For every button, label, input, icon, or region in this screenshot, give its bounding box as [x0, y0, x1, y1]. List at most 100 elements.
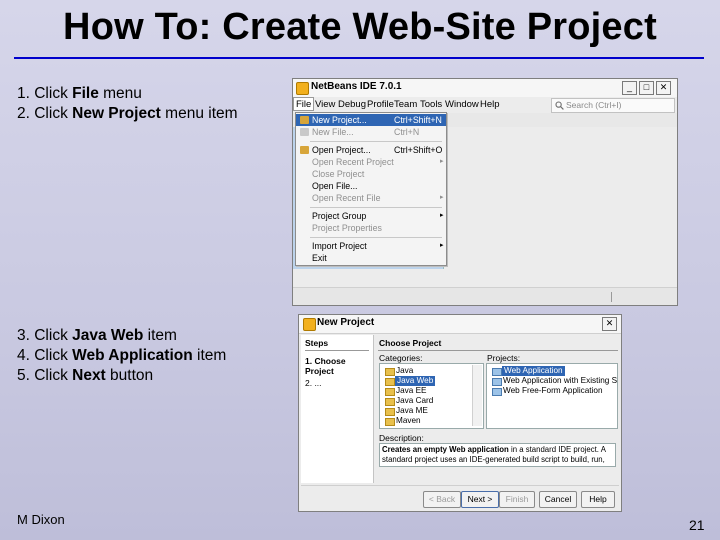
step-4: 4. Click Web Application item — [17, 347, 227, 364]
divider — [301, 485, 619, 486]
help-button[interactable]: Help — [581, 491, 615, 508]
projects-label: Projects: — [487, 353, 521, 363]
ide-title: NetBeans IDE 7.0.1 — [311, 81, 402, 92]
divider — [378, 350, 618, 351]
next-button[interactable]: Next > — [461, 491, 499, 508]
category-label: Maven — [396, 416, 421, 425]
menu-item-project-group[interactable]: Project Group ▸ — [296, 210, 446, 222]
category-label: Java Web — [395, 376, 436, 386]
menu-separator — [310, 141, 442, 142]
open-project-icon — [300, 146, 309, 154]
categories-tree[interactable]: Java Java Web Java EE Java Card Java ME … — [379, 363, 484, 429]
folder-icon — [385, 378, 395, 386]
dialog-title: New Project — [317, 317, 375, 328]
steps-heading: Steps — [305, 338, 329, 348]
description-label: Description: — [379, 433, 424, 443]
categories-label: Categories: — [379, 353, 423, 363]
menu-item-label: Close Project — [312, 169, 365, 179]
menu-debug[interactable]: Debug — [338, 99, 366, 110]
netbeans-window: NetBeans IDE 7.0.1 _ □ ✕ File View Debug… — [292, 78, 678, 306]
folder-icon — [385, 388, 395, 396]
shortcut-label: Ctrl+N — [394, 127, 420, 137]
submenu-arrow-icon: ▸ — [440, 158, 444, 165]
menu-profile[interactable]: Profile — [367, 99, 394, 110]
close-button[interactable]: ✕ — [656, 81, 671, 95]
projects-list[interactable]: Web Application Web Application with Exi… — [486, 363, 618, 429]
menu-item-label: Import Project — [312, 241, 367, 251]
maximize-button[interactable]: □ — [639, 81, 654, 95]
globe-icon — [492, 368, 502, 376]
folder-icon — [385, 418, 395, 426]
minimize-button[interactable]: _ — [622, 81, 637, 95]
project-label: Web Application — [502, 366, 565, 376]
editor-area — [444, 127, 677, 287]
step-1: 1. Click File menu — [17, 85, 142, 102]
menu-item-open-project[interactable]: Open Project... Ctrl+Shift+O — [296, 144, 446, 156]
new-file-icon — [300, 128, 309, 136]
menu-item-label: Open Project... — [312, 145, 371, 155]
finish-button[interactable]: Finish — [499, 491, 535, 508]
steps-bottom: 3. Click Java Web item 4. Click Web Appl… — [17, 326, 226, 386]
menu-window[interactable]: Window — [445, 99, 479, 110]
menu-file[interactable]: File — [293, 97, 315, 111]
steps-pane: Steps 1. Choose Project 2. ... — [301, 335, 374, 483]
step-choose-project: 1. Choose Project — [305, 356, 346, 376]
choose-project-heading: Choose Project — [379, 338, 442, 348]
menu-item-label: Open Recent Project — [312, 157, 394, 167]
netbeans-icon — [303, 318, 316, 331]
menu-item-new-project[interactable]: New Project... Ctrl+Shift+N — [296, 114, 446, 126]
menu-item-new-file[interactable]: New File... Ctrl+N — [296, 126, 446, 138]
menu-item-open-recent-project[interactable]: Open Recent Project ▸ — [296, 156, 446, 168]
netbeans-icon — [296, 82, 309, 95]
menu-team[interactable]: Team — [394, 99, 417, 110]
menu-help[interactable]: Help — [480, 99, 500, 110]
menu-item-close-project[interactable]: Close Project — [296, 168, 446, 180]
menu-item-label: Project Group — [312, 211, 367, 221]
menu-item-label: Exit — [312, 253, 327, 263]
folder-icon — [385, 398, 395, 406]
menu-item-label: Open File... — [312, 181, 358, 191]
menu-separator — [310, 207, 442, 208]
file-menu-dropdown: New Project... Ctrl+Shift+N New File... … — [295, 112, 447, 266]
menu-item-label: Open Recent File — [312, 193, 381, 203]
category-label: Java ME — [396, 406, 428, 415]
menu-item-label: New Project... — [312, 115, 367, 125]
step-next: 2. ... — [305, 378, 322, 388]
description-box: Creates an empty Web application in a st… — [379, 443, 616, 467]
slide-title: How To: Create Web-Site Project — [63, 6, 657, 48]
category-label: Java EE — [396, 386, 427, 395]
search-icon — [555, 101, 564, 110]
dialog-titlebar: New Project ✕ — [299, 315, 621, 334]
menu-tools[interactable]: Tools — [420, 99, 442, 110]
menu-view[interactable]: View — [315, 99, 335, 110]
category-label: Java — [396, 366, 414, 375]
category-label: Java Card — [396, 396, 434, 405]
shortcut-label: Ctrl+Shift+N — [394, 115, 442, 125]
ide-titlebar: NetBeans IDE 7.0.1 _ □ ✕ — [293, 79, 677, 98]
cancel-button[interactable]: Cancel — [539, 491, 577, 508]
back-button[interactable]: < Back — [423, 491, 461, 508]
shortcut-label: Ctrl+Shift+O — [394, 145, 443, 155]
search-input[interactable]: Search (Ctrl+I) — [551, 98, 675, 113]
menu-item-open-file[interactable]: Open File... — [296, 180, 446, 192]
menu-item-exit[interactable]: Exit — [296, 252, 446, 264]
folder-icon — [385, 368, 395, 376]
ide-menubar: File View Debug Profile Team Tools Windo… — [293, 97, 677, 113]
menu-item-open-recent-file[interactable]: Open Recent File ▸ — [296, 192, 446, 204]
status-divider — [611, 292, 612, 302]
steps-top: 1. Click File menu 2. Click New Project … — [17, 84, 238, 124]
menu-item-label: New File... — [312, 127, 354, 137]
menu-item-import-project[interactable]: Import Project ▸ — [296, 240, 446, 252]
project-label: Web Free-Form Application — [503, 386, 603, 395]
step-3: 3. Click Java Web item — [17, 327, 177, 344]
ide-statusbar — [293, 287, 677, 305]
globe-icon — [492, 388, 502, 396]
new-project-icon — [300, 116, 309, 124]
folder-icon — [385, 408, 395, 416]
menu-item-project-properties[interactable]: Project Properties — [296, 222, 446, 234]
project-label: Web Application with Existing Sources — [503, 376, 618, 385]
close-button[interactable]: ✕ — [602, 317, 617, 331]
footer-author: M Dixon — [17, 512, 65, 527]
scrollbar[interactable] — [472, 365, 482, 426]
search-placeholder: Search (Ctrl+I) — [566, 100, 622, 110]
